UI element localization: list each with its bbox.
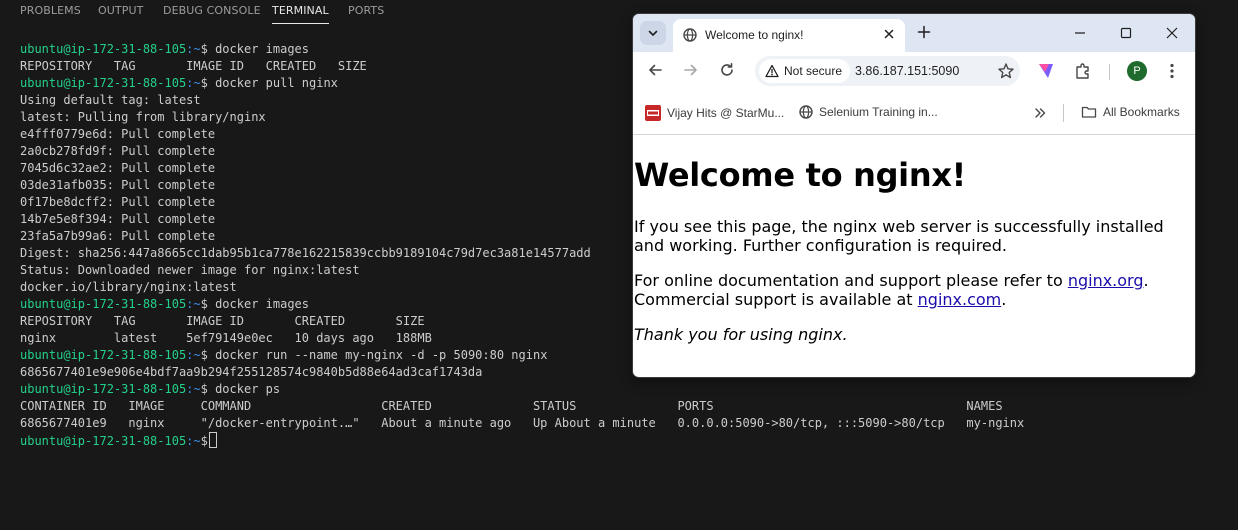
- new-tab-icon[interactable]: [917, 25, 931, 39]
- browser-window: Welcome to nginx! Not secure 3.86.187.15…: [633, 14, 1195, 377]
- prompt-user: ubuntu@ip-172-31-88-105: [20, 297, 187, 311]
- globe-icon: [799, 105, 813, 119]
- bookmark-item[interactable]: Vijay Hits @ StarMu...: [645, 105, 784, 121]
- bookmark-item[interactable]: Selenium Training in...: [799, 105, 938, 119]
- all-bookmarks-label: All Bookmarks: [1103, 105, 1180, 119]
- prompt-path: :~: [186, 297, 201, 311]
- back-arrow-icon[interactable]: [647, 62, 663, 78]
- warning-icon: [765, 64, 779, 78]
- prompt-symbol: $: [200, 382, 208, 396]
- profile-avatar[interactable]: P: [1127, 61, 1147, 81]
- prompt-user: ubuntu@ip-172-31-88-105: [20, 76, 187, 90]
- terminal-output-line: CONTAINER ID IMAGE COMMAND CREATED STATU…: [20, 399, 1003, 413]
- prompt-user: ubuntu@ip-172-31-88-105: [20, 348, 187, 362]
- page-paragraph: For online documentation and support ple…: [634, 271, 1179, 309]
- tab-debug-console[interactable]: DEBUG CONSOLE: [163, 4, 261, 20]
- browser-titlebar: Welcome to nginx!: [633, 14, 1195, 52]
- page-heading: Welcome to nginx!: [634, 156, 966, 194]
- security-label: Not secure: [784, 64, 843, 78]
- address-bar[interactable]: Not secure 3.86.187.151:5090: [755, 56, 1020, 86]
- security-chip[interactable]: Not secure: [759, 59, 851, 83]
- maximize-icon[interactable]: [1119, 26, 1133, 40]
- paragraph-text: .: [1143, 271, 1149, 290]
- bookmark-star-icon[interactable]: [997, 62, 1015, 80]
- globe-icon: [683, 28, 697, 42]
- command-text: docker run --name my-nginx -d -p 5090:80…: [207, 348, 548, 362]
- forward-arrow-icon[interactable]: [683, 62, 699, 78]
- prompt-path: :~: [186, 434, 201, 448]
- tab-output[interactable]: OUTPUT: [98, 4, 143, 20]
- chevron-down-icon: [648, 30, 658, 36]
- extension-flag-icon[interactable]: [1037, 62, 1055, 80]
- bookmark-label: Selenium Training in...: [819, 105, 938, 119]
- command-text: docker ps: [207, 382, 281, 396]
- terminal-command-line: ubuntu@ip-172-31-88-105:~$ docker ps: [20, 381, 1230, 398]
- prompt-user: ubuntu@ip-172-31-88-105: [20, 382, 187, 396]
- prompt-symbol: $: [200, 348, 208, 362]
- thanks-text: Thank you for using nginx.: [634, 325, 848, 344]
- page-paragraph: If you see this page, the nginx web serv…: [634, 217, 1164, 255]
- paragraph-text: For online documentation and support ple…: [634, 271, 1068, 290]
- bookmarks-bar: Vijay Hits @ StarMu... Selenium Training…: [633, 90, 1195, 135]
- close-icon[interactable]: [883, 28, 895, 40]
- toolbar-divider: [1109, 64, 1110, 80]
- bookmark-label: Vijay Hits @ StarMu...: [667, 106, 785, 120]
- all-bookmarks-button[interactable]: All Bookmarks: [1081, 105, 1180, 119]
- prompt-symbol: $: [200, 76, 208, 90]
- prompt-user: ubuntu@ip-172-31-88-105: [20, 42, 187, 56]
- folder-icon: [1081, 106, 1097, 118]
- prompt-symbol: $: [200, 42, 208, 56]
- browser-tab[interactable]: Welcome to nginx!: [673, 19, 905, 52]
- extensions-puzzle-icon[interactable]: [1074, 62, 1092, 80]
- chevron-double-right-icon[interactable]: [1033, 106, 1047, 120]
- prompt-symbol: $: [200, 434, 208, 448]
- window-close-icon[interactable]: [1165, 26, 1179, 40]
- prompt-path: :~: [186, 42, 201, 56]
- bookmarks-divider: [1063, 104, 1064, 122]
- url-text: 3.86.187.151:5090: [855, 64, 960, 78]
- prompt-path: :~: [186, 348, 201, 362]
- tab-ports[interactable]: PORTS: [348, 4, 384, 20]
- terminal-output-line: 6865677401e9 nginx "/docker-entrypoint.……: [20, 416, 1025, 430]
- site-favicon-icon: [645, 105, 661, 121]
- minimize-icon[interactable]: [1073, 26, 1087, 40]
- command-text: docker images: [207, 42, 310, 56]
- reload-icon[interactable]: [719, 62, 735, 78]
- nginx-com-link[interactable]: nginx.com: [918, 290, 1002, 309]
- tab-problems[interactable]: PROBLEMS: [20, 4, 81, 20]
- web-page-content: Welcome to nginx! If you see this page, …: [633, 135, 1195, 377]
- browser-toolbar: Not secure 3.86.187.151:5090 P: [633, 52, 1195, 90]
- command-text: docker pull nginx: [207, 76, 338, 90]
- prompt-user: ubuntu@ip-172-31-88-105: [20, 434, 187, 448]
- prompt-path: :~: [186, 382, 201, 396]
- command-text: docker images: [207, 297, 310, 311]
- prompt-symbol: $: [200, 297, 208, 311]
- nginx-org-link[interactable]: nginx.org: [1068, 271, 1144, 290]
- paragraph-text: .: [1001, 290, 1007, 309]
- tab-terminal[interactable]: TERMINAL: [272, 4, 329, 24]
- prompt-path: :~: [186, 76, 201, 90]
- tab-search-button[interactable]: [640, 21, 666, 45]
- paragraph-text: Commercial support is available at: [634, 290, 918, 309]
- page-paragraph: Thank you for using nginx.: [634, 325, 1179, 344]
- tab-title: Welcome to nginx!: [705, 28, 804, 42]
- kebab-menu-icon[interactable]: [1164, 62, 1180, 80]
- terminal-cursor[interactable]: [208, 432, 217, 448]
- terminal-command-line: ubuntu@ip-172-31-88-105:~$: [20, 432, 1230, 449]
